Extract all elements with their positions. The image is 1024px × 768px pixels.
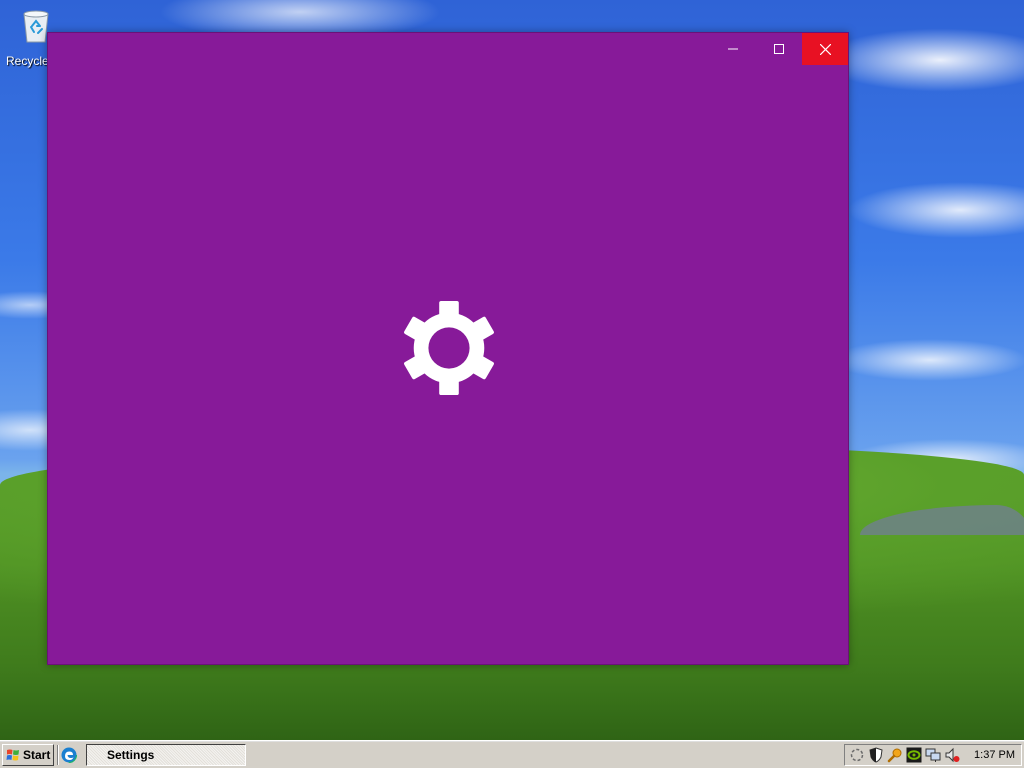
- quick-launch-separator: [57, 745, 59, 765]
- minimize-button[interactable]: [710, 33, 756, 65]
- sync-icon[interactable]: [849, 747, 865, 763]
- close-icon: [819, 43, 831, 55]
- windows-flag-icon: [6, 749, 19, 761]
- settings-window: [47, 32, 849, 665]
- taskbar-item-label: Settings: [107, 748, 155, 762]
- start-label: Start: [23, 748, 51, 762]
- maximize-icon: [774, 44, 784, 54]
- taskbar: Start Settings 1:37 PM: [0, 740, 1024, 768]
- maximize-button[interactable]: [756, 33, 802, 65]
- edge-browser-icon[interactable]: [61, 747, 77, 763]
- window-titlebar-controls: [710, 33, 848, 65]
- start-button[interactable]: Start: [2, 744, 54, 766]
- clock[interactable]: 1:37 PM: [974, 749, 1015, 761]
- nvidia-icon[interactable]: [906, 747, 922, 763]
- minimize-icon: [728, 48, 738, 50]
- volume-muted-icon[interactable]: [944, 747, 960, 763]
- gear-icon: [404, 300, 494, 396]
- taskbar-item-settings[interactable]: Settings: [86, 744, 246, 766]
- close-button[interactable]: [802, 33, 848, 65]
- shield-icon[interactable]: [868, 747, 884, 763]
- network-icon[interactable]: [925, 747, 941, 763]
- system-tray: 1:37 PM: [844, 744, 1022, 766]
- search-key-icon[interactable]: [887, 747, 903, 763]
